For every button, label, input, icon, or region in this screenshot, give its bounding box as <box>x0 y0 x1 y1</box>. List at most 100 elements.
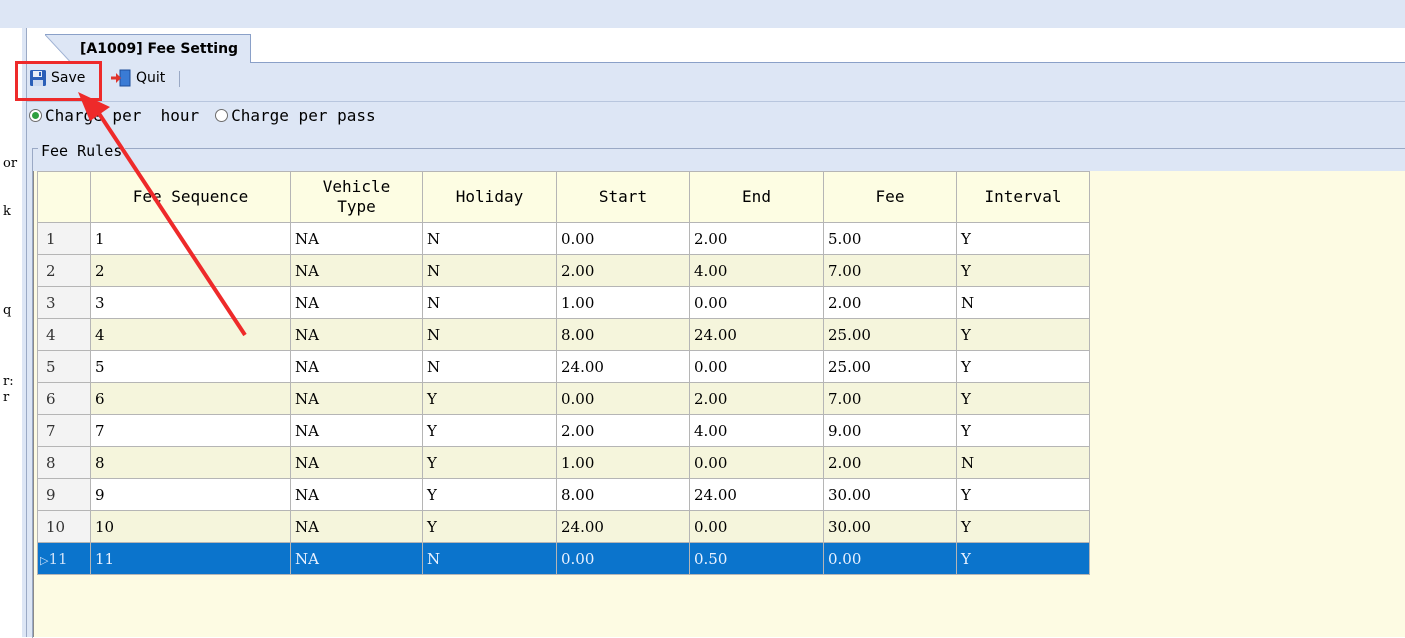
cell-fee-sequence[interactable]: 7 <box>90 414 291 447</box>
cell-vehicle-type[interactable]: NA <box>290 222 423 255</box>
cell-fee-sequence[interactable]: 5 <box>90 350 291 383</box>
cell-holiday[interactable]: Y <box>422 382 557 415</box>
cell-end[interactable]: 0.50 <box>689 542 824 575</box>
table-row[interactable]: 10 10 NA Y 24.00 0.00 30.00 Y <box>37 510 1090 543</box>
table-row[interactable]: 7 7 NA Y 2.00 4.00 9.00 Y <box>37 414 1090 447</box>
quit-button[interactable]: Quit <box>110 68 165 88</box>
save-button[interactable]: Save <box>29 68 85 88</box>
cell-end[interactable]: 24.00 <box>689 318 824 351</box>
cell-interval[interactable]: N <box>956 286 1090 319</box>
cell-fee[interactable]: 5.00 <box>823 222 957 255</box>
column-header-holiday[interactable]: Holiday <box>422 171 557 223</box>
cell-end[interactable]: 0.00 <box>689 286 824 319</box>
cell-start[interactable]: 1.00 <box>556 286 690 319</box>
row-header[interactable]: 4 <box>37 318 91 351</box>
cell-start[interactable]: 8.00 <box>556 478 690 511</box>
cell-vehicle-type[interactable]: NA <box>290 510 423 543</box>
table-row[interactable]: 5 5 NA N 24.00 0.00 25.00 Y <box>37 350 1090 383</box>
row-header[interactable]: 3 <box>37 286 91 319</box>
cell-interval[interactable]: Y <box>956 510 1090 543</box>
cell-vehicle-type[interactable]: NA <box>290 382 423 415</box>
cell-end[interactable]: 0.00 <box>689 510 824 543</box>
cell-vehicle-type[interactable]: NA <box>290 542 423 575</box>
cell-fee-sequence[interactable]: 4 <box>90 318 291 351</box>
row-header[interactable]: 2 <box>37 254 91 287</box>
tab-fee-setting[interactable]: [A1009] Fee Setting <box>45 34 252 63</box>
row-header[interactable]: 10 <box>37 510 91 543</box>
cell-end[interactable]: 2.00 <box>689 382 824 415</box>
cell-interval[interactable]: Y <box>956 350 1090 383</box>
cell-interval[interactable]: Y <box>956 318 1090 351</box>
cell-fee-sequence[interactable]: 10 <box>90 510 291 543</box>
cell-fee-sequence[interactable]: 11 <box>90 542 291 575</box>
column-header-fee[interactable]: Fee <box>823 171 957 223</box>
table-row[interactable]: 1 1 NA N 0.00 2.00 5.00 Y <box>37 222 1090 255</box>
cell-interval[interactable]: Y <box>956 222 1090 255</box>
cell-fee-sequence[interactable]: 6 <box>90 382 291 415</box>
cell-holiday[interactable]: N <box>422 542 557 575</box>
charge-per-pass-radio[interactable]: Charge per pass <box>215 106 376 125</box>
row-header[interactable]: 5 <box>37 350 91 383</box>
table-row[interactable]: 2 2 NA N 2.00 4.00 7.00 Y <box>37 254 1090 287</box>
row-header[interactable]: 7 <box>37 414 91 447</box>
charge-per-hour-radio[interactable]: Charge per hour <box>29 106 199 125</box>
cell-holiday[interactable]: Y <box>422 478 557 511</box>
column-header-end[interactable]: End <box>689 171 824 223</box>
cell-end[interactable]: 4.00 <box>689 254 824 287</box>
cell-fee[interactable]: 0.00 <box>823 542 957 575</box>
cell-fee-sequence[interactable]: 1 <box>90 222 291 255</box>
cell-interval[interactable]: Y <box>956 542 1090 575</box>
cell-fee[interactable]: 25.00 <box>823 350 957 383</box>
cell-fee-sequence[interactable]: 3 <box>90 286 291 319</box>
table-row[interactable]: 9 9 NA Y 8.00 24.00 30.00 Y <box>37 478 1090 511</box>
cell-end[interactable]: 4.00 <box>689 414 824 447</box>
cell-interval[interactable]: Y <box>956 414 1090 447</box>
row-header[interactable]: ▷11 <box>37 542 91 575</box>
cell-holiday[interactable]: N <box>422 222 557 255</box>
cell-end[interactable]: 24.00 <box>689 478 824 511</box>
table-row[interactable]: 8 8 NA Y 1.00 0.00 2.00 N <box>37 446 1090 479</box>
cell-holiday[interactable]: Y <box>422 510 557 543</box>
cell-fee-sequence[interactable]: 8 <box>90 446 291 479</box>
cell-fee-sequence[interactable]: 2 <box>90 254 291 287</box>
column-header-fee-sequence[interactable]: Fee Sequence <box>90 171 291 223</box>
cell-fee[interactable]: 2.00 <box>823 286 957 319</box>
cell-vehicle-type[interactable]: NA <box>290 286 423 319</box>
cell-holiday[interactable]: N <box>422 318 557 351</box>
cell-start[interactable]: 8.00 <box>556 318 690 351</box>
cell-vehicle-type[interactable]: NA <box>290 414 423 447</box>
table-row[interactable]: 4 4 NA N 8.00 24.00 25.00 Y <box>37 318 1090 351</box>
cell-holiday[interactable]: N <box>422 254 557 287</box>
cell-fee[interactable]: 30.00 <box>823 510 957 543</box>
column-header-interval[interactable]: Interval <box>956 171 1090 223</box>
table-row[interactable]: 6 6 NA Y 0.00 2.00 7.00 Y <box>37 382 1090 415</box>
row-header[interactable]: 8 <box>37 446 91 479</box>
cell-start[interactable]: 0.00 <box>556 222 690 255</box>
column-header-vehicle-type[interactable]: Vehicle Type <box>290 171 423 223</box>
cell-fee[interactable]: 7.00 <box>823 254 957 287</box>
cell-fee[interactable]: 9.00 <box>823 414 957 447</box>
cell-start[interactable]: 0.00 <box>556 542 690 575</box>
cell-end[interactable]: 0.00 <box>689 446 824 479</box>
cell-fee-sequence[interactable]: 9 <box>90 478 291 511</box>
cell-vehicle-type[interactable]: NA <box>290 478 423 511</box>
cell-start[interactable]: 2.00 <box>556 414 690 447</box>
cell-holiday[interactable]: Y <box>422 446 557 479</box>
cell-vehicle-type[interactable]: NA <box>290 350 423 383</box>
cell-start[interactable]: 1.00 <box>556 446 690 479</box>
cell-fee[interactable]: 30.00 <box>823 478 957 511</box>
cell-vehicle-type[interactable]: NA <box>290 254 423 287</box>
row-header[interactable]: 1 <box>37 222 91 255</box>
row-header[interactable]: 9 <box>37 478 91 511</box>
cell-vehicle-type[interactable]: NA <box>290 446 423 479</box>
cell-interval[interactable]: N <box>956 446 1090 479</box>
table-row[interactable]: 3 3 NA N 1.00 0.00 2.00 N <box>37 286 1090 319</box>
cell-fee[interactable]: 7.00 <box>823 382 957 415</box>
cell-start[interactable]: 24.00 <box>556 510 690 543</box>
cell-start[interactable]: 24.00 <box>556 350 690 383</box>
cell-holiday[interactable]: N <box>422 286 557 319</box>
cell-end[interactable]: 2.00 <box>689 222 824 255</box>
cell-end[interactable]: 0.00 <box>689 350 824 383</box>
cell-interval[interactable]: Y <box>956 478 1090 511</box>
cell-start[interactable]: 0.00 <box>556 382 690 415</box>
